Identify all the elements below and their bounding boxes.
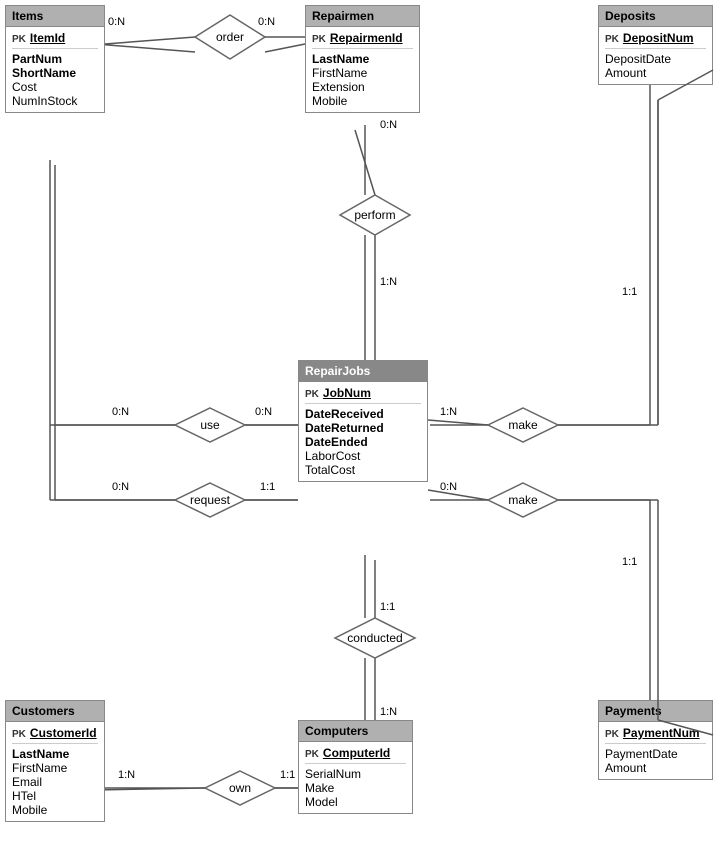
repairmen-field-3: Mobile xyxy=(312,94,413,108)
entity-repairmen: Repairmen PK RepairmenId LastName FirstN… xyxy=(305,5,420,113)
card-order-left: 0:N xyxy=(108,16,125,28)
entity-repairjobs: RepairJobs PK JobNum DateReceived DateRe… xyxy=(298,360,428,482)
repairjobs-field-4: TotalCost xyxy=(305,463,421,477)
entity-repairjobs-header: RepairJobs xyxy=(299,361,427,382)
card-use-right: 0:N xyxy=(255,406,272,418)
diamond-conducted-label: conducted xyxy=(347,631,402,645)
er-diagram: Items PK ItemId PartNum ShortName Cost N… xyxy=(0,0,728,868)
entity-deposits-header: Deposits xyxy=(599,6,712,27)
repairjobs-field-3: LaborCost xyxy=(305,449,421,463)
repairjobs-field-2: DateEnded xyxy=(305,435,421,449)
computers-field-1: Make xyxy=(305,781,406,795)
payments-field-1: Amount xyxy=(605,761,706,775)
entity-deposits: Deposits PK DepositNum DepositDate Amoun… xyxy=(598,5,713,85)
card-payments: 1:1 xyxy=(622,556,637,568)
card-own-left: 1:N xyxy=(118,769,135,781)
diamond-request xyxy=(175,483,245,517)
card-request-right: 1:1 xyxy=(260,481,275,493)
computers-field-0: SerialNum xyxy=(305,767,406,781)
entity-deposits-body: PK DepositNum DepositDate Amount xyxy=(599,27,712,84)
card-perform-bottom: 1:N xyxy=(380,276,397,288)
diamond-make-top xyxy=(488,408,558,442)
entity-repairmen-body: PK RepairmenId LastName FirstName Extens… xyxy=(306,27,419,112)
diamond-use xyxy=(175,408,245,442)
entity-payments-header: Payments xyxy=(599,701,712,722)
repairjobs-pk-field: JobNum xyxy=(323,386,371,400)
computers-field-2: Model xyxy=(305,795,406,809)
entity-payments: Payments PK PaymentNum PaymentDate Amoun… xyxy=(598,700,713,780)
card-perform-top: 0:N xyxy=(380,119,397,131)
items-pk-field: ItemId xyxy=(30,31,65,45)
customers-pk-label: PK xyxy=(12,729,26,740)
entity-customers-header: Customers xyxy=(6,701,104,722)
card-use-left: 0:N xyxy=(112,406,129,418)
deposits-pk-field: DepositNum xyxy=(623,31,694,45)
entity-payments-body: PK PaymentNum PaymentDate Amount xyxy=(599,722,712,779)
deposits-field-1: Amount xyxy=(605,66,706,80)
entity-items: Items PK ItemId PartNum ShortName Cost N… xyxy=(5,5,105,113)
computers-pk-field: ComputerId xyxy=(323,746,390,760)
customers-field-0: LastName xyxy=(12,747,98,761)
diamond-conducted xyxy=(335,618,415,658)
diamond-order-label: order xyxy=(216,30,244,44)
entity-items-body: PK ItemId PartNum ShortName Cost NumInSt… xyxy=(6,27,104,112)
diamond-perform xyxy=(340,195,410,235)
items-field-1: ShortName xyxy=(12,66,98,80)
card-order-right: 0:N xyxy=(258,16,275,28)
repairmen-pk-label: PK xyxy=(312,34,326,45)
payments-pk-label: PK xyxy=(605,729,619,740)
customers-field-3: HTel xyxy=(12,789,98,803)
repairjobs-field-0: DateReceived xyxy=(305,407,421,421)
card-conducted-bottom: 1:N xyxy=(380,706,397,718)
card-make-bottom-left: 0:N xyxy=(440,481,457,493)
repairjobs-pk-label: PK xyxy=(305,389,319,400)
diamond-make-bottom xyxy=(488,483,558,517)
repairmen-pk-field: RepairmenId xyxy=(330,31,403,45)
items-field-3: NumInStock xyxy=(12,94,98,108)
repairmen-field-1: FirstName xyxy=(312,66,413,80)
payments-field-0: PaymentDate xyxy=(605,747,706,761)
deposits-field-0: DepositDate xyxy=(605,52,706,66)
diamond-own xyxy=(205,771,275,805)
entity-items-header: Items xyxy=(6,6,104,27)
card-request-left: 0:N xyxy=(112,481,129,493)
card-own-right: 1:1 xyxy=(280,769,295,781)
diamond-request-label: request xyxy=(190,493,231,507)
repairjobs-field-1: DateReturned xyxy=(305,421,421,435)
card-make-top-left: 1:N xyxy=(440,406,457,418)
repairmen-field-2: Extension xyxy=(312,80,413,94)
entity-computers-body: PK ComputerId SerialNum Make Model xyxy=(299,742,412,813)
customers-pk-field: CustomerId xyxy=(30,726,97,740)
card-deposits: 1:1 xyxy=(622,286,637,298)
deposits-pk-label: PK xyxy=(605,34,619,45)
items-field-0: PartNum xyxy=(12,52,98,66)
card-conducted-top: 1:1 xyxy=(380,601,395,613)
entity-customers-body: PK CustomerId LastName FirstName Email H… xyxy=(6,722,104,821)
diamond-make-bottom-label: make xyxy=(508,493,538,507)
computers-pk-label: PK xyxy=(305,749,319,760)
entity-repairjobs-body: PK JobNum DateReceived DateReturned Date… xyxy=(299,382,427,481)
entity-computers-header: Computers xyxy=(299,721,412,742)
diamond-own-label: own xyxy=(229,781,251,795)
repairmen-field-0: LastName xyxy=(312,52,413,66)
entity-repairmen-header: Repairmen xyxy=(306,6,419,27)
diamond-perform-label: perform xyxy=(354,208,395,222)
payments-pk-field: PaymentNum xyxy=(623,726,700,740)
entity-customers: Customers PK CustomerId LastName FirstNa… xyxy=(5,700,105,822)
customers-field-2: Email xyxy=(12,775,98,789)
diamond-make-top-label: make xyxy=(508,418,538,432)
items-field-2: Cost xyxy=(12,80,98,94)
entity-computers: Computers PK ComputerId SerialNum Make M… xyxy=(298,720,413,814)
customers-field-1: FirstName xyxy=(12,761,98,775)
diamond-order xyxy=(195,15,265,59)
items-pk-label: PK xyxy=(12,34,26,45)
diamond-use-label: use xyxy=(200,418,220,432)
customers-field-4: Mobile xyxy=(12,803,98,817)
